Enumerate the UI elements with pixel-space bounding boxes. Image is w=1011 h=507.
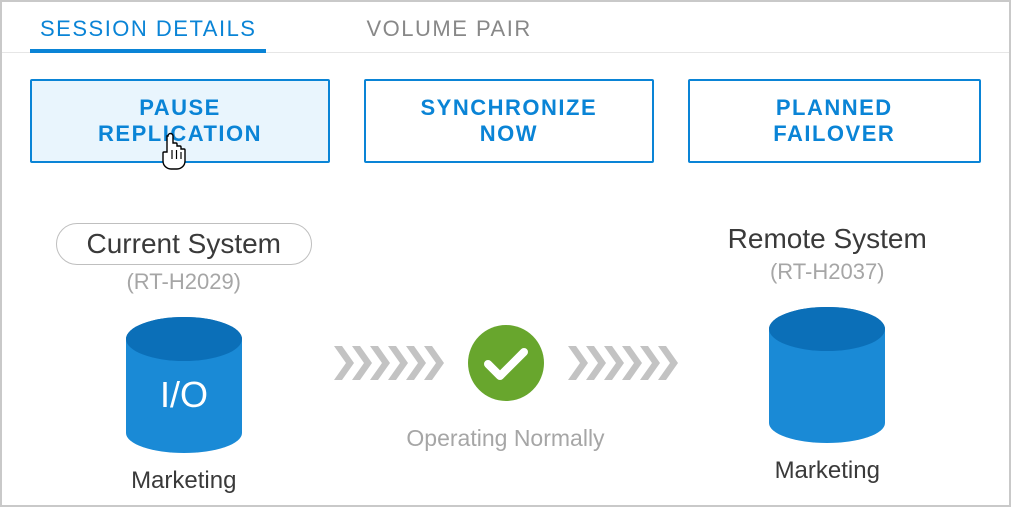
synchronize-now-button[interactable]: SYNCHRONIZE NOW	[364, 79, 654, 163]
tab-volume-pair[interactable]: VOLUME PAIR	[356, 16, 541, 52]
action-bar: PAUSE REPLICATION SYNCHRONIZE NOW PLANNE…	[30, 79, 981, 163]
current-system-id: (RT-H2029)	[126, 269, 241, 295]
remote-volume-name: Marketing	[775, 457, 880, 485]
remote-system-id: (RT-H2037)	[770, 259, 885, 285]
session-panel: SESSION DETAILS VOLUME PAIR PAUSE REPLIC…	[0, 0, 1011, 507]
status-text: Operating Normally	[406, 425, 604, 452]
remote-system-label: Remote System	[728, 223, 927, 255]
tab-session-details[interactable]: SESSION DETAILS	[30, 16, 266, 52]
planned-failover-button[interactable]: PLANNED FAILOVER	[688, 79, 981, 163]
current-system: Current System (RT-H2029) I/O Marketing	[34, 223, 334, 495]
tab-bar: SESSION DETAILS VOLUME PAIR	[2, 2, 1009, 53]
current-volume-name: Marketing	[131, 467, 236, 495]
pause-replication-button[interactable]: PAUSE REPLICATION	[30, 79, 330, 163]
replication-status: Operating Normally	[334, 319, 678, 452]
status-ok-icon	[462, 319, 550, 407]
remote-volume-icon	[757, 303, 897, 443]
replication-diagram: Current System (RT-H2029) I/O Marketing	[30, 223, 981, 495]
flow-arrows-left-icon	[334, 336, 462, 390]
current-volume-icon: I/O	[114, 313, 254, 453]
current-system-label: Current System	[56, 223, 313, 265]
flow-row	[334, 319, 678, 407]
flow-arrows-right-icon	[550, 336, 678, 390]
io-label: I/O	[160, 374, 208, 415]
remote-system: Remote System (RT-H2037) Marketing	[678, 223, 978, 485]
